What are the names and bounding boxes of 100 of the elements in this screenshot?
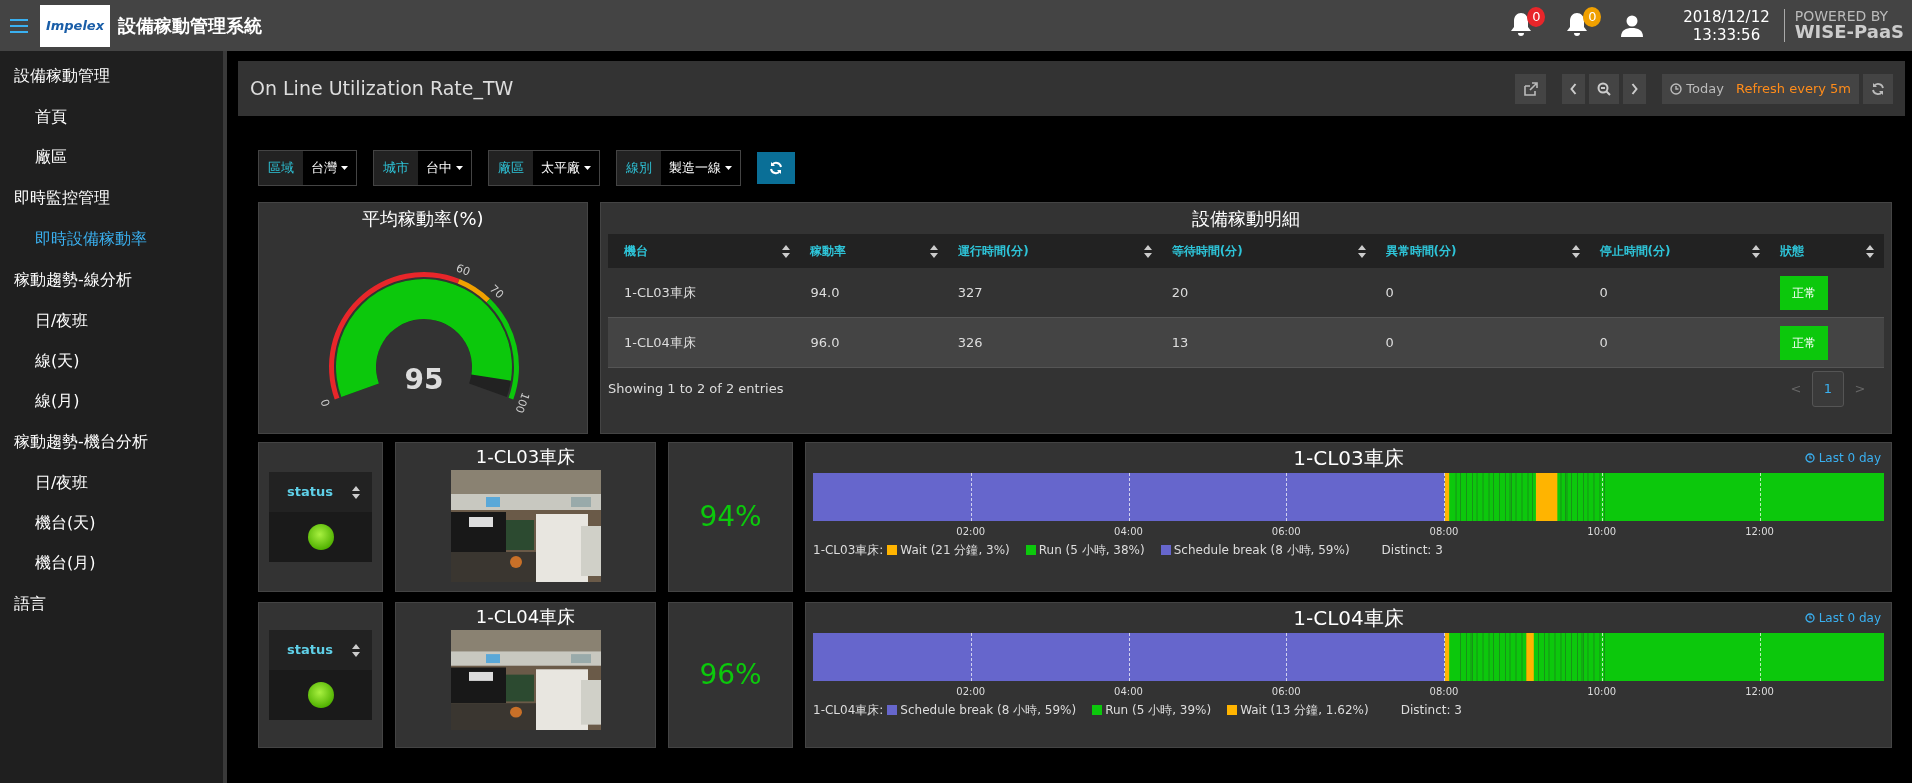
legend-item: Wait (13 分鐘, 1.62%): [1240, 702, 1369, 719]
page-button[interactable]: 1: [1812, 371, 1844, 407]
axis-tick-label: 06:00: [1271, 525, 1301, 539]
refresh-interval-text: Refresh every 5m: [1735, 79, 1851, 98]
time-range-link[interactable]: Last 0 day: [1804, 449, 1881, 467]
sidebar-item[interactable]: 廠區: [0, 141, 223, 173]
table-cell-text: 0: [1599, 283, 1608, 302]
legend-item: Schedule break (8 小時, 59%): [900, 702, 1077, 719]
table-cell-text: 0: [1599, 333, 1608, 352]
legend-item: Run (5 小時, 39%): [1105, 702, 1212, 719]
time-range-text: Today: [1686, 79, 1724, 98]
column-header[interactable]: 運行時間(分): [947, 234, 1162, 268]
timeline-title: 1-CL04車床: [1293, 605, 1404, 632]
sidebar-item[interactable]: 機台(天): [0, 507, 223, 539]
machine-name: 1-CL04車床: [475, 605, 576, 629]
axis-tick-label: 06:00: [1271, 685, 1301, 699]
next-button[interactable]: [1623, 73, 1647, 104]
sort-icon: [352, 485, 360, 499]
filter-label: 區域: [259, 151, 303, 185]
brand-logo: WISE-PaaS: [1794, 23, 1904, 43]
sort-icon: [1866, 244, 1874, 258]
gauge-tick-label: 70: [487, 282, 507, 302]
table-cell-text: 96.0: [810, 333, 840, 352]
notification-count: 0: [1527, 6, 1546, 27]
axis-tick-label: 04:00: [1114, 525, 1143, 539]
axis-tick-label: 12:00: [1745, 685, 1774, 699]
table-cell-text: 0: [1385, 283, 1394, 302]
timeline-title: 1-CL03車床: [1293, 445, 1404, 472]
sidebar-item[interactable]: 首頁: [0, 101, 223, 133]
time-text: 13:33:56: [1691, 25, 1762, 44]
table-info: Showing 1 to 2 of 2 entries: [608, 380, 784, 399]
table-cell-text: 13: [1171, 333, 1189, 352]
distinct-count: Distinct: 3: [1400, 702, 1462, 719]
share-icon: [1523, 81, 1539, 96]
utilization-rate: 94%: [699, 499, 762, 535]
gauge-tick-label: 60: [454, 261, 473, 279]
table-cell-text: 326: [957, 333, 983, 352]
column-header[interactable]: 異常時間(分): [1375, 234, 1590, 268]
legend-label: 1-CL04車床:: [813, 702, 884, 719]
sidebar-section[interactable]: 設備稼動管理: [0, 59, 223, 93]
table-cell-text: 327: [957, 283, 983, 302]
sidebar-item[interactable]: 即時設備稼動率: [0, 223, 223, 255]
clock-icon: [1670, 82, 1683, 95]
share-button[interactable]: [1515, 73, 1547, 104]
column-header[interactable]: 等待時間(分): [1161, 234, 1376, 268]
sidebar-item[interactable]: 線(月): [0, 385, 223, 417]
time-range-picker[interactable]: Today Refresh every 5m: [1662, 73, 1859, 104]
bell-icon[interactable]: [1509, 10, 1534, 37]
column-header[interactable]: 停止時間(分): [1589, 234, 1771, 268]
machine-name: 1-CL03車床: [475, 445, 576, 469]
sidebar-section[interactable]: 即時監控管理: [0, 181, 223, 215]
logo: Impelex: [40, 4, 110, 47]
table-title: 設備稼動明細: [1191, 207, 1301, 231]
column-header[interactable]: 稼動率: [800, 234, 948, 268]
axis-tick-label: 10:00: [1587, 685, 1617, 699]
clock-icon: [1804, 613, 1815, 623]
table-cell-text: 0: [1385, 333, 1394, 352]
table-cell-text: 1-CL03車床: [624, 283, 696, 302]
sort-icon: [782, 244, 791, 258]
table-cell-text: 94.0: [810, 283, 840, 302]
refresh-button[interactable]: [1863, 73, 1893, 104]
sort-icon: [1571, 244, 1580, 258]
sort-icon: [1357, 244, 1366, 258]
user-icon[interactable]: [1621, 14, 1644, 37]
axis-tick-label: 10:00: [1587, 525, 1617, 539]
time-range-link[interactable]: Last 0 day: [1804, 609, 1881, 627]
axis-tick-label: 08:00: [1429, 685, 1459, 699]
bell-icon[interactable]: [1565, 10, 1590, 37]
gauge-value: 95: [404, 363, 444, 396]
sidebar-item[interactable]: 日/夜班: [0, 305, 223, 337]
refresh-icon: [1871, 81, 1885, 96]
status-badge: 正常: [1780, 275, 1829, 310]
legend-item: Run (5 小時, 38%): [1038, 542, 1145, 559]
axis-tick-label: 08:00: [1429, 525, 1459, 539]
sidebar-section[interactable]: 稼動趨勢-線分析: [0, 263, 223, 297]
chevron-right-icon: [1631, 82, 1639, 95]
legend-item: Wait (21 分鐘, 3%): [900, 542, 1010, 559]
previous-button[interactable]: [1562, 73, 1586, 104]
sort-icon: [929, 244, 938, 258]
sidebar-section[interactable]: 稼動趨勢-機台分析: [0, 425, 223, 459]
menu-icon[interactable]: [10, 17, 28, 34]
sidebar-item[interactable]: 機台(月): [0, 547, 223, 579]
sort-icon: [352, 643, 360, 657]
table-cell-text: 20: [1171, 283, 1189, 302]
caret-icon: [456, 166, 463, 170]
sidebar-item[interactable]: 日/夜班: [0, 467, 223, 499]
column-header[interactable]: 機台: [608, 234, 801, 268]
sidebar-section[interactable]: 語言: [0, 587, 223, 621]
zoom-out-button[interactable]: [1589, 73, 1620, 104]
chevron-left-icon: [1570, 82, 1578, 95]
axis-tick-label: 04:00: [1114, 685, 1143, 699]
column-header[interactable]: 狀態: [1770, 234, 1884, 268]
caret-icon: [341, 166, 348, 170]
sidebar-item[interactable]: 線(天): [0, 345, 223, 377]
legend-label: 1-CL03車床:: [813, 542, 884, 559]
gauge-title: 平均稼動率(%): [361, 207, 485, 231]
refresh-button[interactable]: [757, 152, 795, 184]
legend-item: Schedule break (8 小時, 59%): [1173, 542, 1350, 559]
distinct-count: Distinct: 3: [1381, 542, 1443, 559]
table-cell-text: 1-CL04車床: [624, 333, 696, 352]
